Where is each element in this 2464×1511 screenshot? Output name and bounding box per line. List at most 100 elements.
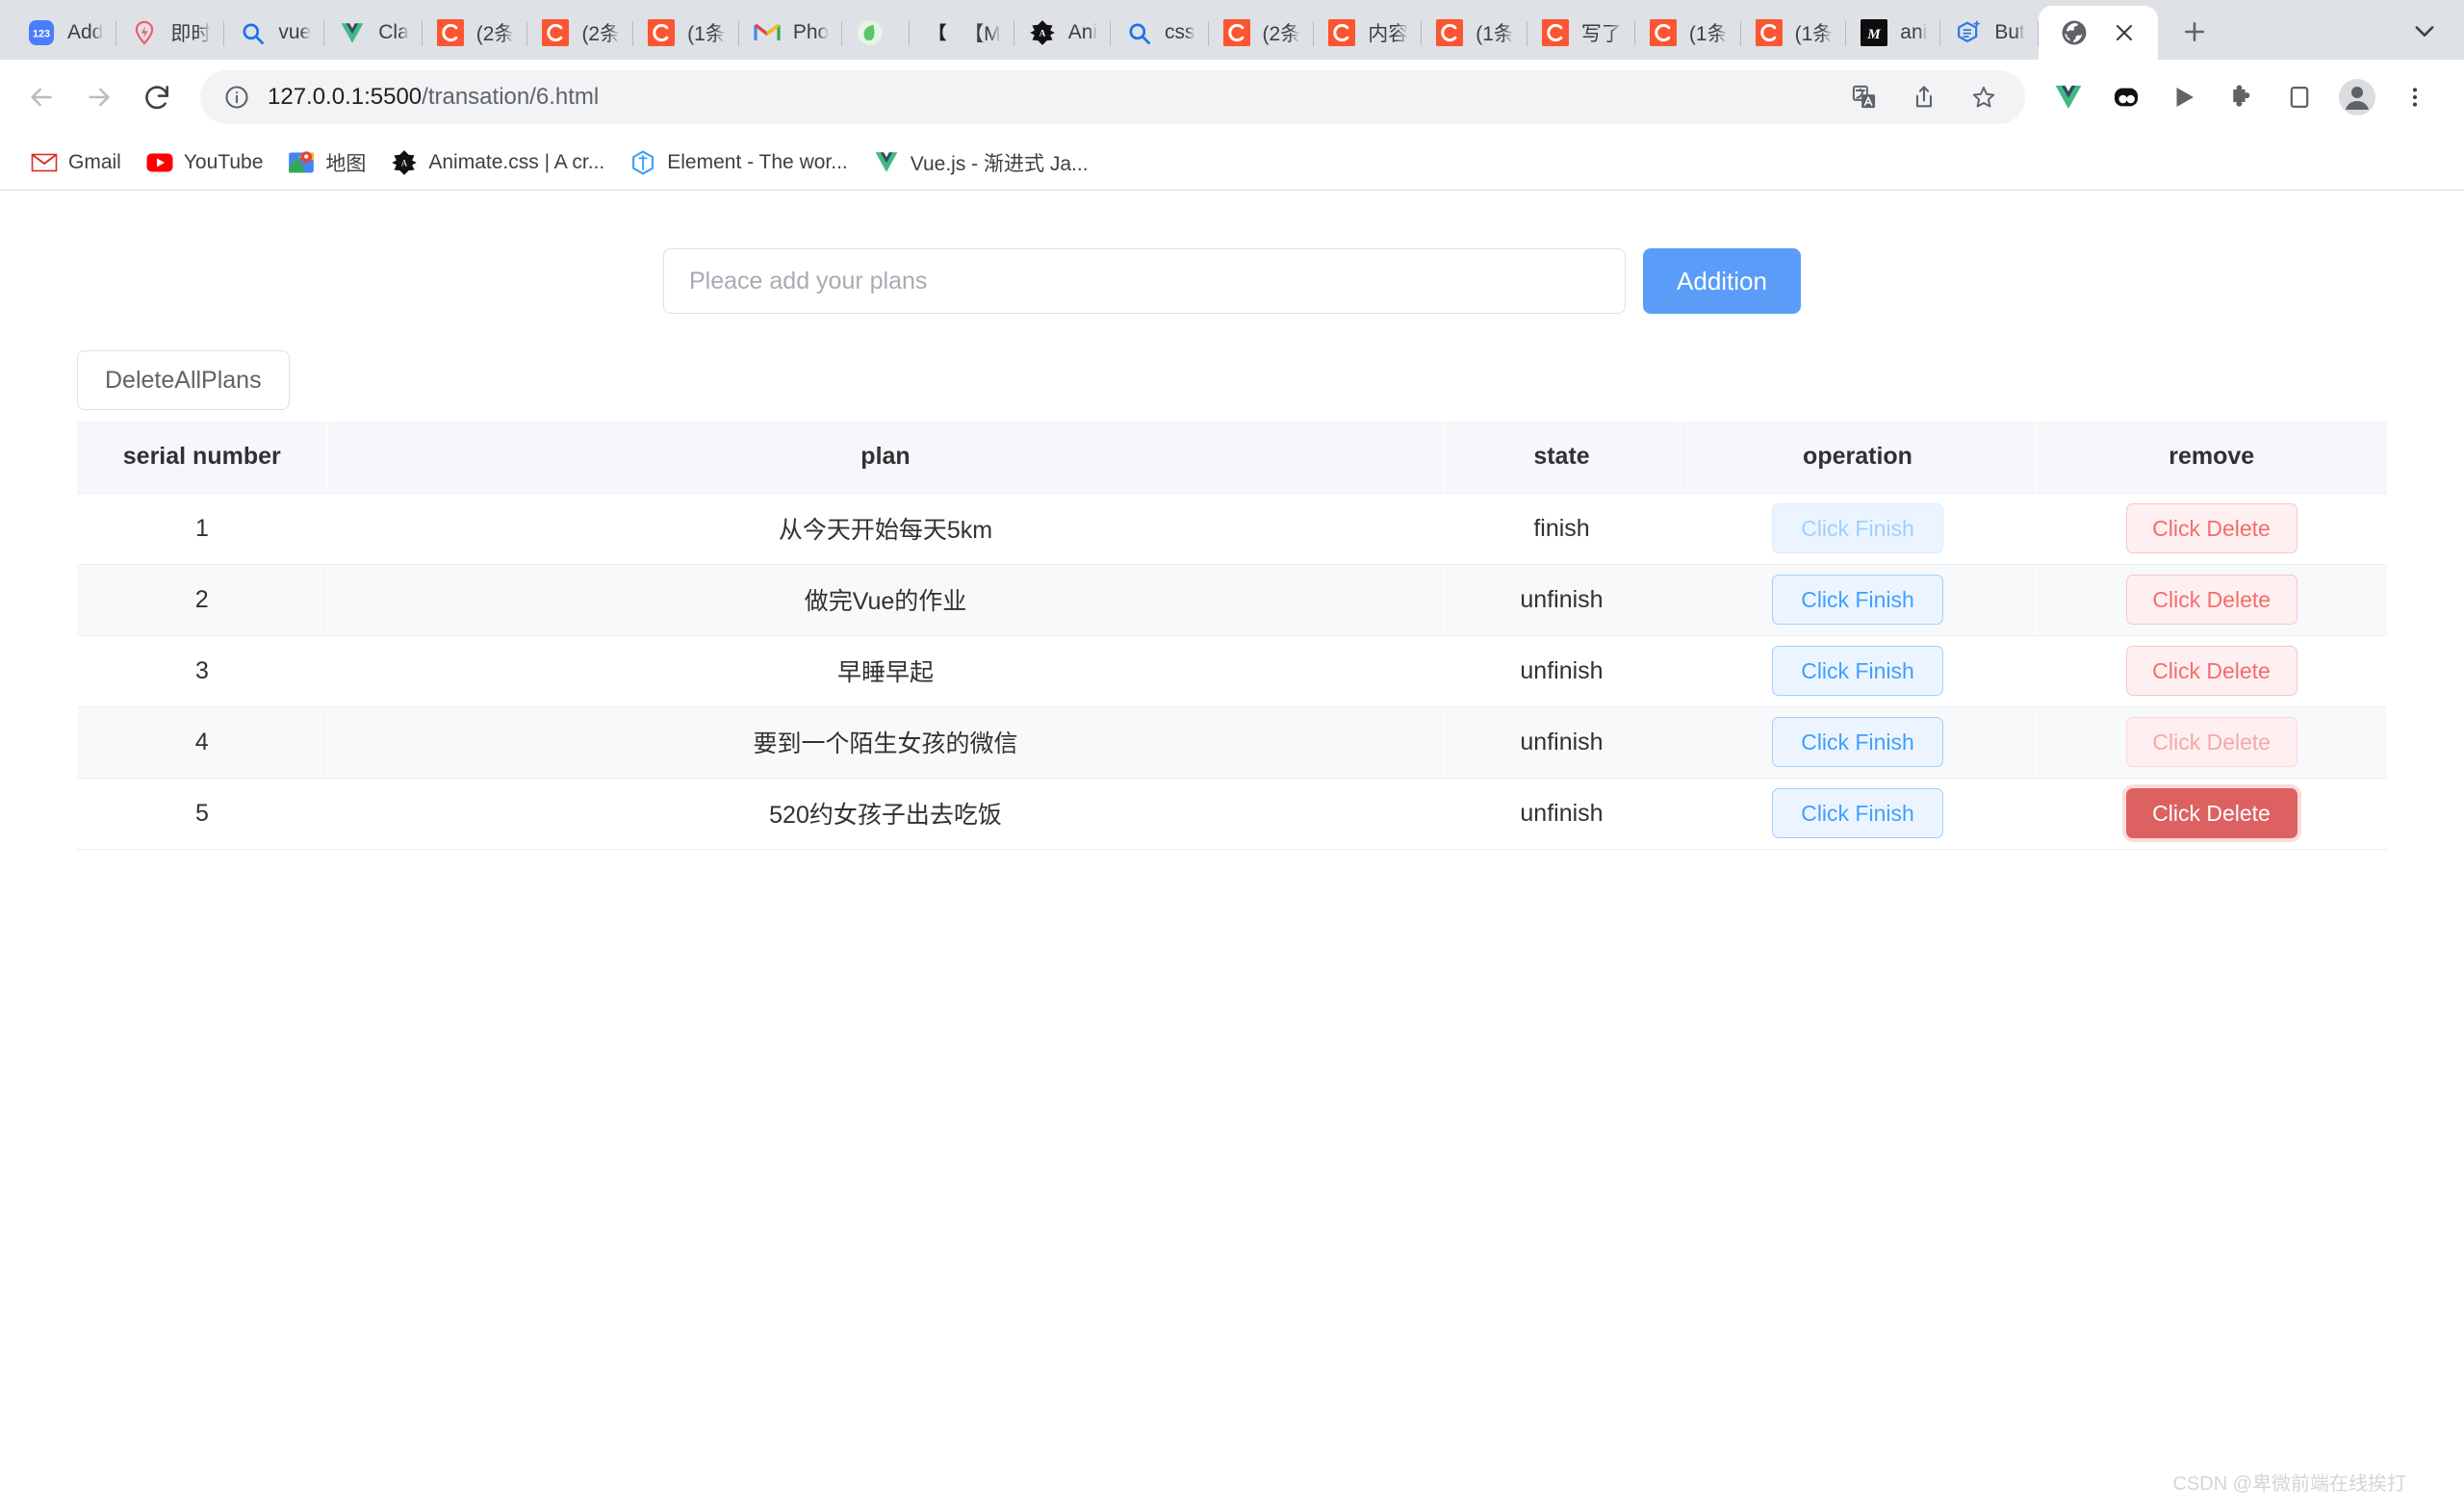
profile-avatar-icon[interactable] bbox=[2329, 69, 2385, 125]
csdn-icon bbox=[1755, 18, 1784, 47]
tab-9[interactable]: 【【M bbox=[910, 6, 1014, 60]
cell-serial-number: 2 bbox=[77, 564, 328, 636]
click-finish-button[interactable]: Click Finish bbox=[1772, 575, 1943, 625]
forward-icon[interactable] bbox=[71, 69, 127, 125]
tab-title: (1条 bbox=[1476, 23, 1514, 45]
side-panel-icon[interactable] bbox=[2272, 69, 2327, 125]
globe-icon bbox=[2060, 18, 2089, 47]
bookmark-4[interactable]: Element - The wor... bbox=[620, 142, 858, 183]
more-menu-icon[interactable] bbox=[2387, 69, 2443, 125]
tab-7[interactable]: Pho bbox=[739, 6, 843, 60]
translate-icon[interactable] bbox=[1836, 69, 1892, 125]
cell-remove: Click Delete bbox=[2036, 564, 2387, 636]
tab-13[interactable]: 内容 bbox=[1314, 6, 1423, 60]
bookmark-2[interactable]: 地图 bbox=[278, 141, 375, 184]
click-finish-button[interactable]: Click Finish bbox=[1772, 646, 1943, 696]
vue-icon bbox=[338, 18, 367, 47]
tab-5[interactable]: (2条 bbox=[527, 6, 633, 60]
click-delete-button[interactable]: Click Delete bbox=[2125, 788, 2297, 838]
bluehex-icon bbox=[1954, 18, 1983, 47]
tab-16[interactable]: (1条 bbox=[1635, 6, 1741, 60]
search-icon bbox=[238, 18, 267, 47]
delete-all-plans-button[interactable]: DeleteAllPlans bbox=[77, 350, 290, 410]
tab-2[interactable]: vue bbox=[224, 6, 325, 60]
bracket-icon: 【 bbox=[923, 18, 952, 47]
search-icon bbox=[1124, 18, 1153, 47]
tab-18[interactable]: Mani bbox=[1846, 6, 1941, 60]
tab-14[interactable]: (1条 bbox=[1422, 6, 1527, 60]
tab-6[interactable]: (1条 bbox=[633, 6, 739, 60]
num123-icon: 123 bbox=[27, 18, 56, 47]
reload-icon[interactable] bbox=[129, 69, 185, 125]
tab-8[interactable] bbox=[842, 6, 911, 60]
cell-state: unfinish bbox=[1444, 706, 1681, 779]
tab-close-icon[interactable] bbox=[2108, 16, 2141, 49]
column-header-1: plan bbox=[327, 422, 1445, 494]
plan-input[interactable] bbox=[663, 248, 1626, 314]
table-row: 4 要到一个陌生女孩的微信 unfinish Click Finish Click De… bbox=[77, 706, 2387, 779]
tab-12[interactable]: (2条 bbox=[1209, 6, 1315, 60]
tab-1[interactable]: 即时 bbox=[116, 6, 225, 60]
bookmark-label: Vue.js - 渐进式 Ja... bbox=[910, 152, 1089, 175]
tab-15[interactable]: 写了 bbox=[1527, 6, 1635, 60]
column-header-2: state bbox=[1444, 422, 1681, 494]
tab-4[interactable]: (2条 bbox=[423, 6, 528, 60]
play-icon[interactable] bbox=[2156, 69, 2212, 125]
bookmark-5[interactable]: Vue.js - 渐进式 Ja... bbox=[863, 141, 1098, 184]
share-icon[interactable] bbox=[1896, 69, 1952, 125]
address-bar-url: 127.0.0.1:5500/transation/6.html bbox=[268, 84, 1836, 111]
watermark: CSDN @卑微前端在线挨打 bbox=[2172, 1473, 2406, 1495]
click-delete-button[interactable]: Click Delete bbox=[2125, 646, 2297, 696]
cell-operation: Click Finish bbox=[1680, 706, 2037, 779]
bookmark-3[interactable]: A Animate.css | A cr... bbox=[381, 142, 614, 183]
address-bar[interactable]: 127.0.0.1:5500/transation/6.html bbox=[200, 70, 2025, 124]
table-row: 3 早睡早起 unfinish Click Finish Click Delete bbox=[77, 635, 2387, 707]
click-delete-button[interactable]: Click Delete bbox=[2125, 503, 2297, 553]
click-finish-button[interactable]: Click Finish bbox=[1772, 717, 1943, 767]
extension-dark-icon[interactable] bbox=[2098, 69, 2154, 125]
plans-table: serial number plan state operation remove 1从… bbox=[77, 422, 2387, 850]
cell-plan: 要到一个陌生女孩的微信 bbox=[327, 706, 1445, 779]
tab-17[interactable]: (1条 bbox=[1741, 6, 1847, 60]
tab-3[interactable]: Cla bbox=[324, 6, 423, 60]
add-plan-row: Addition bbox=[0, 191, 2464, 314]
table-row: 1 从今天开始每天5km finish Click Finish Click Delet… bbox=[77, 493, 2387, 565]
tab-strip-right-controls bbox=[2402, 12, 2447, 50]
tab-19[interactable]: But bbox=[1940, 6, 2039, 60]
gmail-icon bbox=[753, 18, 782, 47]
cell-operation: Click Finish bbox=[1680, 493, 2036, 565]
csdn-icon bbox=[1435, 18, 1464, 47]
addition-button[interactable]: Addition bbox=[1643, 248, 1801, 314]
cell-state: unfinish bbox=[1444, 778, 1680, 850]
csdn-icon bbox=[1222, 18, 1251, 47]
vue-devtools-icon[interactable] bbox=[2040, 69, 2096, 125]
tab-title: vue bbox=[278, 21, 312, 43]
animate-icon: A bbox=[391, 149, 418, 176]
tab-search-chevron-down-icon[interactable] bbox=[2402, 12, 2447, 50]
svg-text:A: A bbox=[401, 159, 408, 168]
tab-title: Pho bbox=[792, 21, 830, 43]
plans-table-head: serial number plan state operation remove bbox=[77, 422, 2387, 494]
tab-11[interactable]: css bbox=[1111, 6, 1209, 60]
cell-serial-number: 3 bbox=[77, 635, 327, 707]
tab-title: (2条 bbox=[475, 23, 515, 45]
click-delete-button[interactable]: Click Delete bbox=[2125, 575, 2297, 625]
bookmark-label: 地图 bbox=[325, 152, 367, 175]
back-icon[interactable] bbox=[13, 69, 69, 125]
click-delete-button[interactable]: Click Delete bbox=[2125, 717, 2297, 767]
cell-serial-number: 4 bbox=[77, 706, 328, 779]
tab-title: 写了 bbox=[1580, 23, 1622, 45]
bookmark-0[interactable]: Gmail bbox=[21, 142, 131, 183]
bookmark-1[interactable]: YouTube bbox=[137, 142, 273, 183]
bookmark-star-icon[interactable] bbox=[1956, 69, 2012, 125]
site-info-icon[interactable] bbox=[221, 82, 252, 113]
tab-active[interactable] bbox=[2038, 6, 2158, 60]
click-finish-button[interactable]: Click Finish bbox=[1772, 788, 1943, 838]
tab-0[interactable]: 123 Add bbox=[13, 6, 117, 60]
puzzle-extensions-icon[interactable] bbox=[2214, 69, 2270, 125]
csdn-icon bbox=[541, 18, 570, 47]
new-tab-button[interactable] bbox=[2169, 7, 2220, 57]
csdn-icon bbox=[1327, 18, 1356, 47]
bookmark-label: YouTube bbox=[183, 150, 264, 173]
tab-10[interactable]: A Ani bbox=[1014, 6, 1112, 60]
